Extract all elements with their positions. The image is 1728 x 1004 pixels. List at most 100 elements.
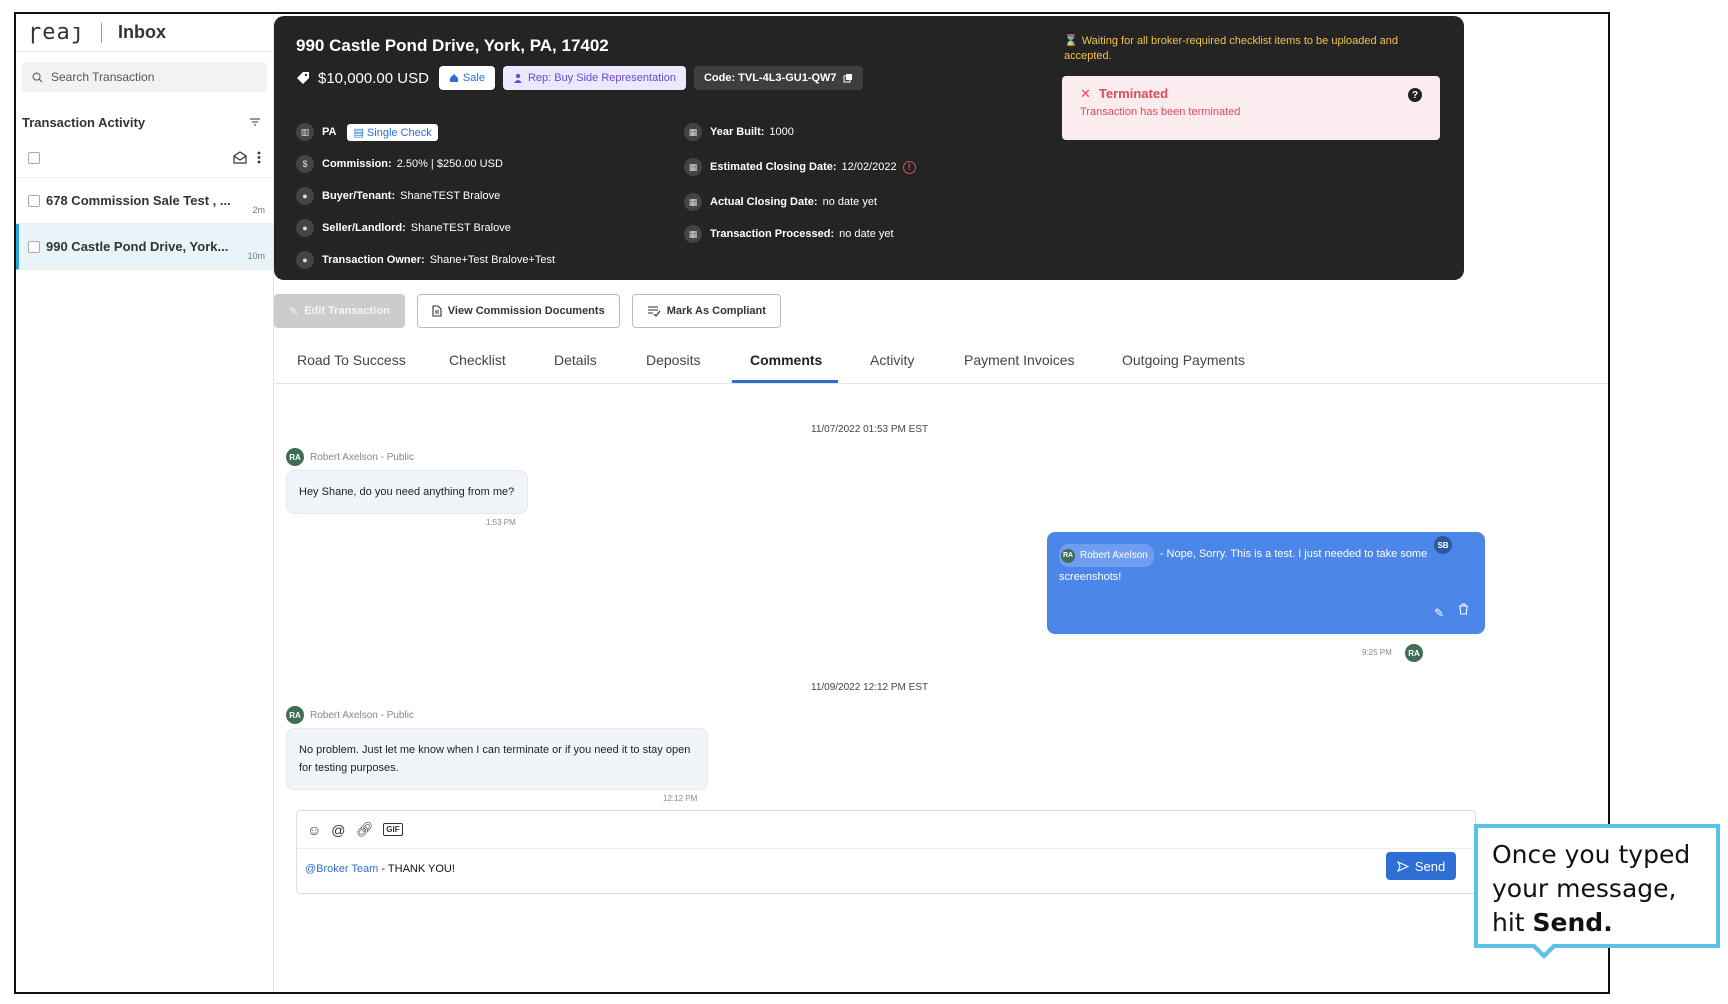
comments-feed: 11/07/2022 01:53 PM EST RA Robert Axelso… (274, 386, 1608, 988)
sidebar-header: ɼeaȷ Inbox (16, 14, 273, 52)
view-commission-documents-button[interactable]: View Commission Documents (416, 294, 620, 328)
seller-value: ShaneTEST Bralove (410, 222, 511, 234)
sale-label: Sale (462, 72, 485, 84)
transaction-address: 990 Castle Pond Drive, York, PA, 17402 (296, 36, 609, 55)
transaction-code-badge[interactable]: Code: TVL-4L3-GU1-QW7 (693, 66, 863, 90)
transaction-list-item[interactable]: 678 Commission Sale Test , ... 2m (16, 178, 273, 224)
transaction-item-time: 10m (247, 251, 265, 261)
list-toolbar (16, 138, 273, 178)
comment-time: 12:12 PM (663, 794, 698, 803)
estimated-closing-row: ▦ Estimated Closing Date: 12/02/2022 ! (684, 148, 916, 186)
transaction-item-label: 678 Commission Sale Test , ... (46, 193, 231, 208)
building-icon: ▥ (296, 123, 314, 141)
sidebar: ɼeaȷ Inbox Search Transaction Transactio… (16, 14, 274, 992)
send-button[interactable]: Send (1386, 852, 1456, 880)
state-value: PA (322, 126, 337, 138)
year-built-value: 1000 (769, 126, 794, 138)
tutorial-callout: Once you typed your message, hit Send. (1474, 824, 1720, 948)
inbox-title: Inbox (117, 22, 166, 42)
transaction-header: 990 Castle Pond Drive, York, PA, 17402 $… (274, 16, 1464, 280)
comment-author: Robert Axelson - Public (310, 452, 414, 463)
tab-deposits[interactable]: Deposits (646, 352, 700, 368)
comment-actions: ✎ (1434, 603, 1469, 624)
mention-name: Robert Axelson (1080, 550, 1148, 561)
comment-date-separator: 11/07/2022 01:53 PM EST (811, 424, 929, 435)
buyer-label: Buyer/Tenant: (322, 190, 396, 202)
terminated-title: Terminated (1098, 86, 1169, 101)
alert-icon[interactable]: ! (902, 160, 916, 174)
link-icon[interactable]: 🔗︎ (356, 821, 374, 838)
transaction-facts-right: ▦ Year Built: 1000 ▦ Estimated Closing D… (684, 116, 916, 250)
mention-icon[interactable]: @ (331, 822, 345, 838)
action-buttons: ✎ Edit Transaction View Commission Docum… (274, 294, 781, 328)
warning-text: Waiting for all broker-required checklis… (1064, 35, 1399, 62)
send-label: Send (1414, 858, 1446, 874)
person-icon (513, 73, 522, 83)
calendar-icon: ▦ (684, 123, 702, 141)
close-icon: ✕ (1080, 86, 1091, 101)
transaction-price: $10,000.00 USD (318, 69, 429, 87)
copy-icon[interactable] (843, 73, 853, 83)
mark-read-icon[interactable] (233, 151, 247, 164)
price-tag-icon (297, 72, 309, 84)
processed-label: Transaction Processed: (710, 228, 835, 240)
calendar-icon: ▦ (684, 225, 702, 243)
comment-time: 1:53 PM (486, 518, 516, 527)
person-icon: ● (296, 187, 314, 205)
composer-input[interactable]: @Broker Team - THANK YOU! (305, 863, 455, 875)
tab-outgoing-payments[interactable]: Outgoing Payments (1122, 352, 1245, 368)
person-icon: ● (296, 251, 314, 269)
tab-road-to-success[interactable]: Road To Success (297, 352, 406, 368)
more-options-icon[interactable] (257, 151, 261, 164)
representation-badge: Rep: Buy Side Representation (502, 66, 686, 90)
estimated-closing-value: 12/02/2022 (841, 161, 897, 173)
gif-icon[interactable]: GIF (383, 823, 403, 836)
search-placeholder: Search Transaction (51, 70, 155, 84)
edit-transaction-button[interactable]: ✎ Edit Transaction (274, 294, 405, 328)
home-icon (449, 74, 458, 82)
processed-value: no date yet (839, 228, 894, 240)
avatar: RA (286, 706, 304, 724)
state-row: ▥ PA ▤ Single Check (296, 116, 555, 148)
comment-composer[interactable]: ☺ @ 🔗︎ GIF @Broker Team - THANK YOU! (296, 810, 1476, 894)
terminated-text: Transaction has been terminated (1080, 106, 1241, 118)
activity-header: Transaction Activity (16, 112, 273, 132)
tab-checklist[interactable]: Checklist (449, 352, 506, 368)
toolbar-actions (233, 151, 261, 164)
actual-closing-label: Actual Closing Date: (710, 196, 818, 208)
edit-icon[interactable]: ✎ (1434, 603, 1444, 624)
tab-payment-invoices[interactable]: Payment Invoices (964, 352, 1075, 368)
owner-value: Shane+Test Bralove+Test (429, 254, 556, 266)
composer-text: - THANK YOU! (378, 863, 455, 875)
callout-bold-text: Send. (1532, 908, 1613, 937)
tab-details[interactable]: Details (554, 352, 597, 368)
trash-icon[interactable] (1458, 603, 1469, 615)
help-icon[interactable]: ? (1408, 88, 1422, 102)
search-icon (32, 72, 43, 83)
document-icon (432, 305, 442, 317)
app-window: ɼeaȷ Inbox Search Transaction Transactio… (14, 12, 1610, 994)
item-checkbox[interactable] (28, 194, 40, 207)
search-input[interactable]: Search Transaction (22, 62, 267, 92)
tab-activity[interactable]: Activity (870, 352, 914, 368)
seller-label: Seller/Landlord: (322, 222, 406, 234)
select-all-checkbox[interactable] (28, 151, 40, 164)
person-icon: ● (296, 219, 314, 237)
app-logo[interactable]: ɼeaȷ (28, 20, 85, 45)
transaction-list-item-active[interactable]: 990 Castle Pond Drive, York... 10m (16, 224, 273, 270)
transaction-item-label: 990 Castle Pond Drive, York... (46, 239, 229, 254)
filter-icon[interactable] (249, 117, 261, 127)
actual-closing-value: no date yet (822, 196, 878, 208)
send-icon (1396, 860, 1409, 872)
owner-label: Transaction Owner: (322, 254, 425, 266)
single-check-label: Single Check (366, 126, 432, 139)
actual-closing-row: ▦ Actual Closing Date: no date yet (684, 186, 916, 218)
mark-as-compliant-button[interactable]: Mark As Compliant (631, 294, 781, 328)
callout-pointer-inner (1535, 944, 1553, 953)
emoji-icon[interactable]: ☺ (307, 822, 321, 838)
item-checkbox[interactable] (28, 240, 40, 253)
mention-chip[interactable]: RA Robert Axelson (1059, 544, 1154, 567)
composer-mention: @Broker Team (305, 863, 379, 875)
calendar-icon: ▦ (684, 193, 702, 211)
tab-comments[interactable]: Comments (750, 352, 822, 368)
